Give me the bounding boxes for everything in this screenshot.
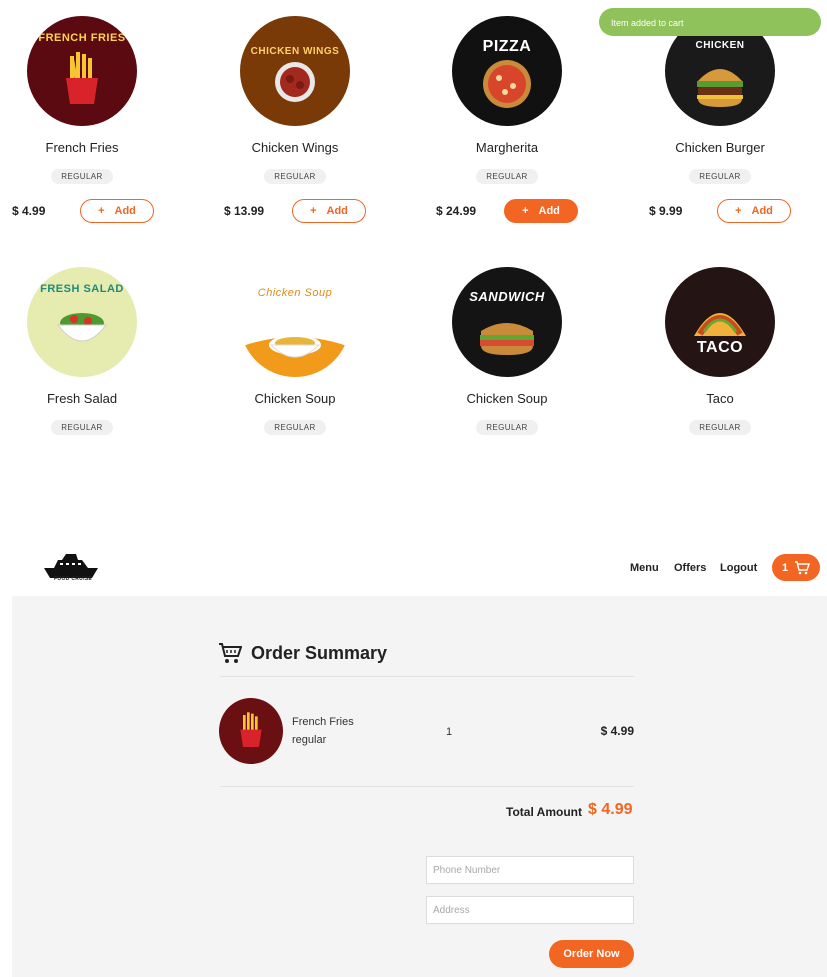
top-nav: FOOD CRUISE Menu Offers Logout 1	[0, 548, 827, 596]
product-card: Chicken Soup Chicken Soup REGULAR	[200, 267, 390, 435]
product-tag: REGULAR	[476, 420, 538, 435]
product-image: CHICKEN WINGS	[240, 16, 350, 126]
plus-icon: +	[735, 205, 742, 217]
fries-icon	[240, 712, 262, 747]
product-tag: REGULAR	[476, 169, 538, 184]
total-value: $ 4.99	[588, 801, 633, 818]
phone-number-input[interactable]	[426, 856, 634, 884]
add-to-cart-button[interactable]: + Add	[80, 199, 154, 223]
order-now-button[interactable]: Order Now	[549, 940, 634, 968]
taco-icon	[694, 313, 746, 336]
product-price: $ 4.99	[12, 204, 46, 218]
product-name: Chicken Burger	[675, 140, 765, 155]
product-tag: REGULAR	[51, 420, 113, 435]
burger-icon	[697, 69, 743, 107]
order-summary-title: Order Summary	[251, 643, 388, 663]
product-image: PIZZA	[452, 16, 562, 126]
cart-count: 1	[781, 561, 789, 574]
product-card: FRESH SALAD Fresh Salad REGULAR	[0, 267, 177, 435]
plus-icon: +	[98, 205, 105, 217]
product-tag: REGULAR	[264, 169, 326, 184]
product-tag: REGULAR	[689, 420, 751, 435]
pizza-icon	[483, 60, 531, 108]
cart-icon	[219, 643, 242, 663]
product-name: Chicken Soup	[466, 391, 548, 406]
product-card: TACO Taco REGULAR	[625, 267, 815, 435]
price-row: $ 13.99 + Add	[224, 199, 414, 225]
product-name: Chicken Soup	[254, 391, 336, 406]
product-image: FRENCH FRIES	[27, 16, 137, 126]
product-image: Chicken Soup	[240, 267, 350, 377]
add-to-cart-button[interactable]: + Add	[292, 199, 366, 223]
nav-offers[interactable]: Offers	[674, 562, 706, 574]
order-item-quantity: 1	[446, 726, 453, 738]
product-card: CHICKEN WINGS Chicken Wings REGULAR	[200, 16, 390, 184]
product-name: Taco	[706, 391, 734, 406]
product-tag: REGULAR	[51, 169, 113, 184]
plus-icon: +	[522, 205, 529, 217]
toast-notification: Item added to cart	[599, 8, 821, 36]
order-item-image	[219, 698, 283, 764]
nav-menu[interactable]: Menu	[630, 562, 659, 574]
price-row: $ 4.99 + Add	[12, 199, 202, 225]
cart-icon	[795, 560, 811, 574]
product-card: FRENCH FRIES French Fries REGULAR	[0, 16, 177, 184]
total-label: Total Amount	[506, 805, 582, 819]
product-tag: REGULAR	[689, 169, 751, 184]
product-card: SANDWICH Chicken Soup REGULAR	[412, 267, 602, 435]
product-card: PIZZA Margherita REGULAR	[412, 16, 602, 184]
price-row: $ 9.99 + Add	[649, 199, 827, 225]
add-to-cart-button[interactable]: + Add	[717, 199, 791, 223]
price-row: $ 24.99 + Add	[436, 199, 626, 225]
product-name: Fresh Salad	[46, 391, 118, 406]
product-name: French Fries	[45, 140, 119, 155]
salad-icon	[56, 313, 108, 342]
order-item-name: French Fries	[292, 716, 354, 728]
order-item-variant: regular	[292, 734, 327, 746]
product-tag: REGULAR	[264, 420, 326, 435]
order-item-price: $ 4.99	[600, 724, 634, 738]
product-image: TACO	[665, 267, 775, 377]
logo-text: FOOD CRUISE	[54, 576, 93, 582]
add-to-cart-button[interactable]: + Add	[504, 199, 578, 223]
divider	[220, 676, 634, 677]
product-name: Margherita	[475, 140, 539, 155]
chicken-wings-icon	[275, 62, 315, 102]
cart-button[interactable]: 1	[772, 554, 820, 581]
product-price: $ 13.99	[224, 204, 265, 218]
divider	[220, 786, 634, 787]
page: FRENCH FRIES French Fries REGULAR $ 4.99…	[0, 0, 827, 977]
plus-icon: +	[310, 205, 317, 217]
product-card: CHICKEN Chicken Burger REGULAR	[625, 16, 815, 184]
soup-icon	[240, 335, 350, 377]
fries-icon	[66, 52, 98, 104]
product-price: $ 9.99	[649, 204, 683, 218]
nav-logout[interactable]: Logout	[720, 562, 757, 574]
product-image: FRESH SALAD	[27, 267, 137, 377]
product-price: $ 24.99	[436, 204, 477, 218]
product-image: SANDWICH	[452, 267, 562, 377]
address-input[interactable]	[426, 896, 634, 924]
product-name: Chicken Wings	[251, 140, 339, 155]
sandwich-icon	[480, 323, 534, 355]
